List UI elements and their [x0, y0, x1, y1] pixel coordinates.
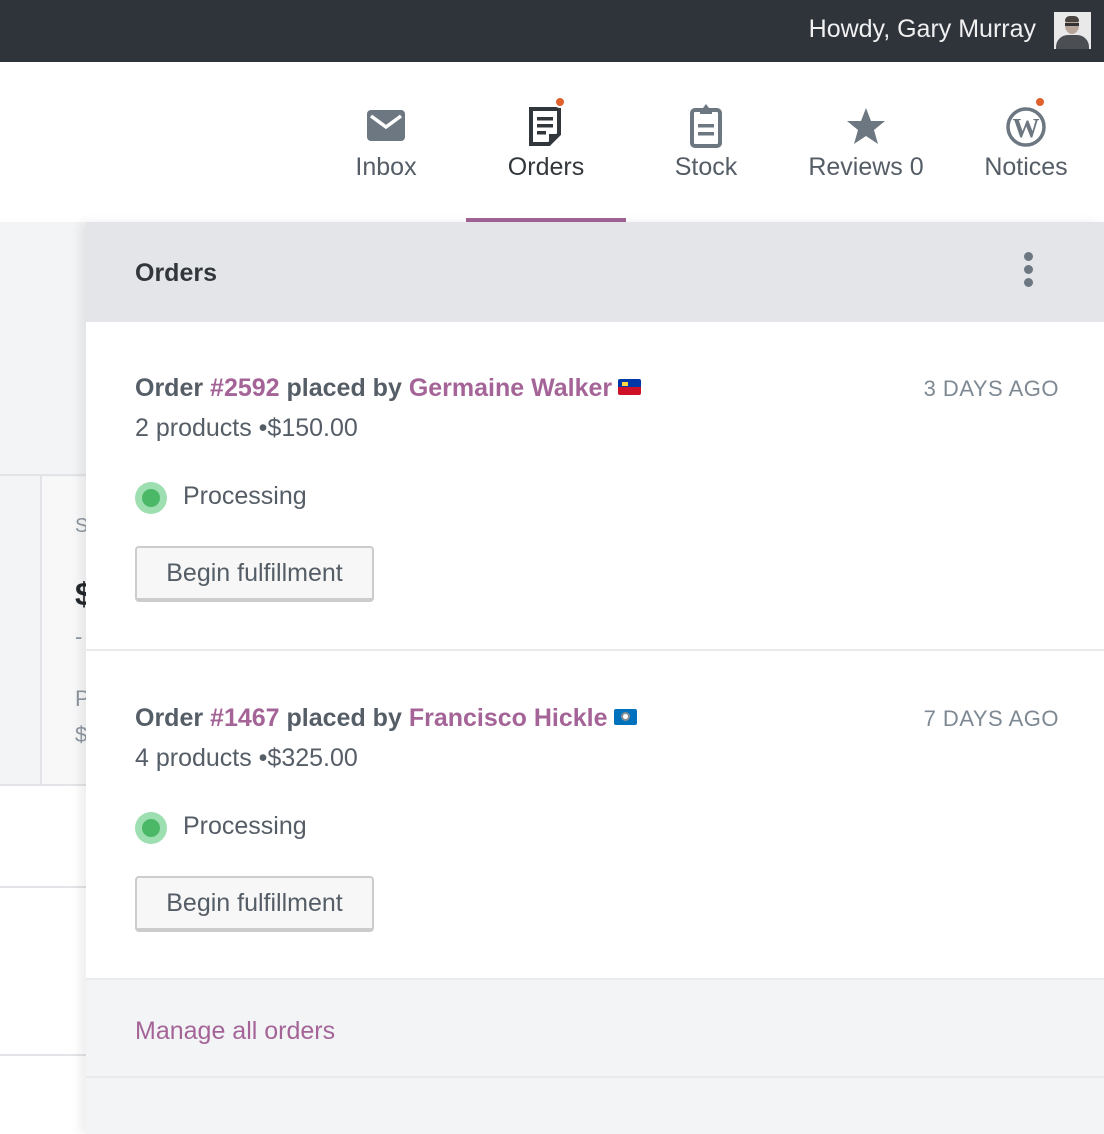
- panel-header: Orders: [86, 222, 1104, 322]
- svg-text:W: W: [1013, 113, 1040, 143]
- tab-label: Stock: [674, 153, 738, 181]
- order-title: Order #2592 placed by Germaine Walker: [135, 374, 642, 403]
- order-number-link[interactable]: #1467: [210, 704, 280, 732]
- order-summary: 4 products •$325.00: [135, 744, 358, 772]
- tab-label: Notices: [984, 153, 1068, 181]
- begin-fulfillment-button[interactable]: Begin fulfillment: [135, 876, 374, 932]
- orders-page-icon: [529, 107, 561, 146]
- tab-inbox[interactable]: Inbox: [306, 62, 466, 222]
- star-icon: [847, 108, 885, 144]
- clipboard-icon: [690, 104, 722, 148]
- tab-orders[interactable]: Orders: [466, 62, 626, 222]
- panel-title: Orders: [135, 259, 217, 287]
- status-indicator-icon: [135, 812, 167, 844]
- begin-fulfillment-button[interactable]: Begin fulfillment: [135, 546, 374, 602]
- tab-reviews[interactable]: Reviews 0: [786, 62, 946, 222]
- panel-footer: Manage all orders: [86, 978, 1104, 1078]
- avatar[interactable]: [1054, 12, 1091, 49]
- background-row: [0, 1056, 90, 1134]
- order-date: 7 DAYS AGO: [923, 706, 1059, 731]
- account-greeting[interactable]: Howdy, Gary Murray: [809, 15, 1036, 44]
- panel-empty-area: [86, 1078, 1104, 1134]
- wordpress-icon: W: [1006, 107, 1046, 147]
- activity-tabs: Inbox Orders Stock Reviews 0 W Notices: [0, 62, 1104, 222]
- status-label: Processing: [183, 482, 307, 510]
- order-prefix: Order: [135, 704, 204, 732]
- placed-by-text: placed by: [286, 374, 402, 402]
- mail-icon: [367, 110, 405, 141]
- order-prefix: Order: [135, 374, 204, 402]
- background-row: [0, 786, 90, 886]
- tab-label: Inbox: [355, 153, 417, 181]
- tab-label: Orders: [507, 153, 585, 181]
- divider: [0, 474, 90, 476]
- order-title: Order #1467 placed by Francisco Hickle: [135, 704, 637, 733]
- status-label: Processing: [183, 812, 307, 840]
- northern-mariana-islands-flag-icon: [613, 709, 637, 726]
- order-summary: 2 products •$150.00: [135, 414, 358, 442]
- placed-by-text: placed by: [286, 704, 402, 732]
- unread-indicator: [554, 96, 566, 108]
- order-card: Order #2592 placed by Germaine Walker 3 …: [86, 322, 1104, 651]
- tab-label: Reviews 0: [808, 153, 924, 181]
- status-indicator-icon: [135, 482, 167, 514]
- order-card: Order #1467 placed by Francisco Hickle 7…: [86, 652, 1104, 981]
- order-date: 3 DAYS AGO: [923, 376, 1059, 401]
- background-row: [0, 888, 90, 1054]
- divider: [40, 475, 42, 785]
- liechtenstein-flag-icon: [618, 379, 642, 396]
- manage-all-orders-link[interactable]: Manage all orders: [135, 1017, 335, 1046]
- unread-indicator: [1034, 96, 1046, 108]
- order-number-link[interactable]: #2592: [210, 374, 280, 402]
- ellipsis-vertical-icon[interactable]: [1024, 252, 1033, 292]
- tab-stock[interactable]: Stock: [626, 62, 786, 222]
- background-text: -: [75, 624, 83, 649]
- customer-link[interactable]: Germaine Walker: [409, 374, 612, 402]
- tab-notices[interactable]: W Notices: [946, 62, 1104, 222]
- admin-bar: Howdy, Gary Murray: [0, 0, 1104, 62]
- orders-panel: Orders Order #2592 placed by Germaine Wa…: [86, 222, 1104, 1134]
- customer-link[interactable]: Francisco Hickle: [409, 704, 608, 732]
